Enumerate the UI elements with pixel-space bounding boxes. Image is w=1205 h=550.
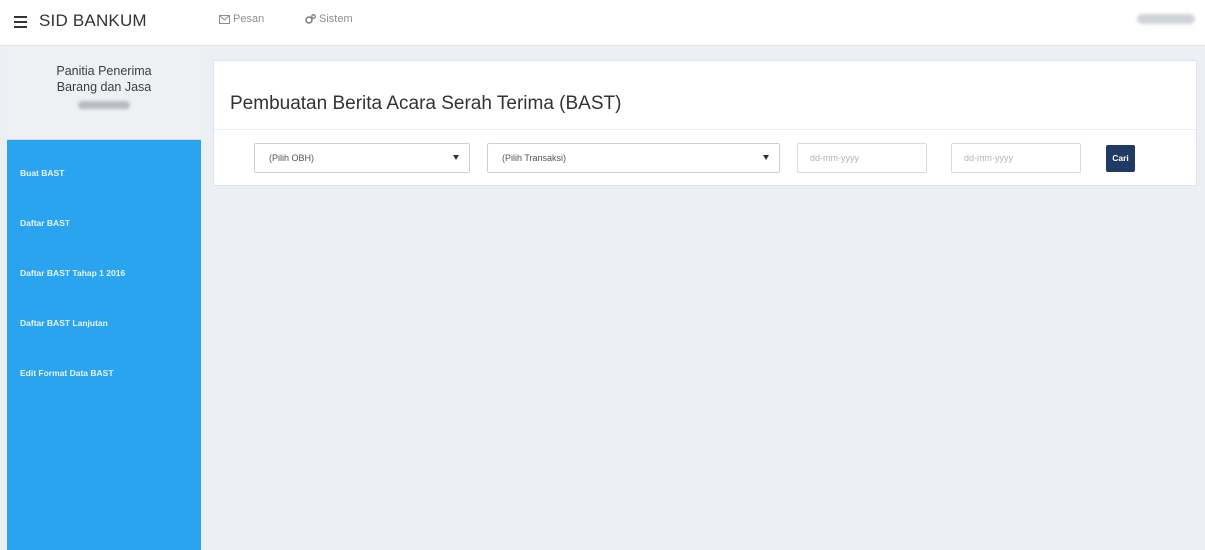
nav-pesan-link[interactable]: Pesan — [219, 13, 264, 25]
date-to-input[interactable]: dd-mm-yyyy — [951, 143, 1081, 173]
transaksi-select-value: (Pilih Transaksi) — [502, 153, 567, 163]
transaksi-select[interactable]: (Pilih Transaksi) — [487, 143, 780, 173]
sidebar-item-daftar-bast-lanjutan[interactable]: Daftar BAST Lanjutan — [7, 298, 201, 348]
sidebar-item-buat-bast[interactable]: Buat BAST — [7, 148, 201, 198]
hamburger-menu-icon[interactable] — [14, 16, 27, 28]
sidebar: Panitia Penerima Barang dan Jasa Buat BA… — [7, 46, 201, 550]
sidebar-item-daftar-bast[interactable]: Daftar BAST — [7, 198, 201, 248]
panel-divider — [214, 129, 1196, 130]
date-to-placeholder: dd-mm-yyyy — [964, 153, 1013, 163]
sidebar-item-edit-format-data-bast[interactable]: Edit Format Data BAST — [7, 348, 201, 398]
page-title: Pembuatan Berita Acara Serah Terima (BAS… — [230, 93, 622, 114]
user-account-menu[interactable] — [1137, 14, 1195, 24]
sidebar-user-id-blurred — [78, 101, 130, 109]
sidebar-item-daftar-bast-tahap1-2016[interactable]: Daftar BAST Tahap 1 2016 — [7, 248, 201, 298]
sidebar-title-line2: Barang dan Jasa — [56, 80, 152, 94]
date-from-input[interactable]: dd-mm-yyyy — [797, 143, 927, 173]
sidebar-header: Panitia Penerima Barang dan Jasa — [7, 46, 201, 140]
caret-down-icon — [453, 155, 459, 160]
nav-pesan-label: Pesan — [233, 13, 265, 25]
date-from-placeholder: dd-mm-yyyy — [810, 153, 859, 163]
bast-panel: Pembuatan Berita Acara Serah Terima (BAS… — [213, 60, 1197, 186]
caret-down-icon — [763, 155, 769, 160]
nav-sistem-link[interactable]: Sistem — [305, 13, 353, 25]
sidebar-title-line1: Panitia Penerima — [56, 64, 152, 78]
envelope-icon — [219, 14, 230, 24]
sidebar-menu: Buat BAST Daftar BAST Daftar BAST Tahap … — [7, 140, 201, 398]
nav-sistem-label: Sistem — [319, 13, 353, 25]
obh-select-value: (Pilih OBH) — [269, 153, 315, 163]
app-brand[interactable]: SID BANKUM — [39, 11, 147, 31]
obh-select[interactable]: (Pilih OBH) — [254, 143, 470, 173]
gears-icon — [305, 14, 316, 24]
search-button[interactable]: Cari — [1106, 145, 1135, 172]
top-navbar: SID BANKUM Pesan Sistem — [0, 0, 1205, 46]
